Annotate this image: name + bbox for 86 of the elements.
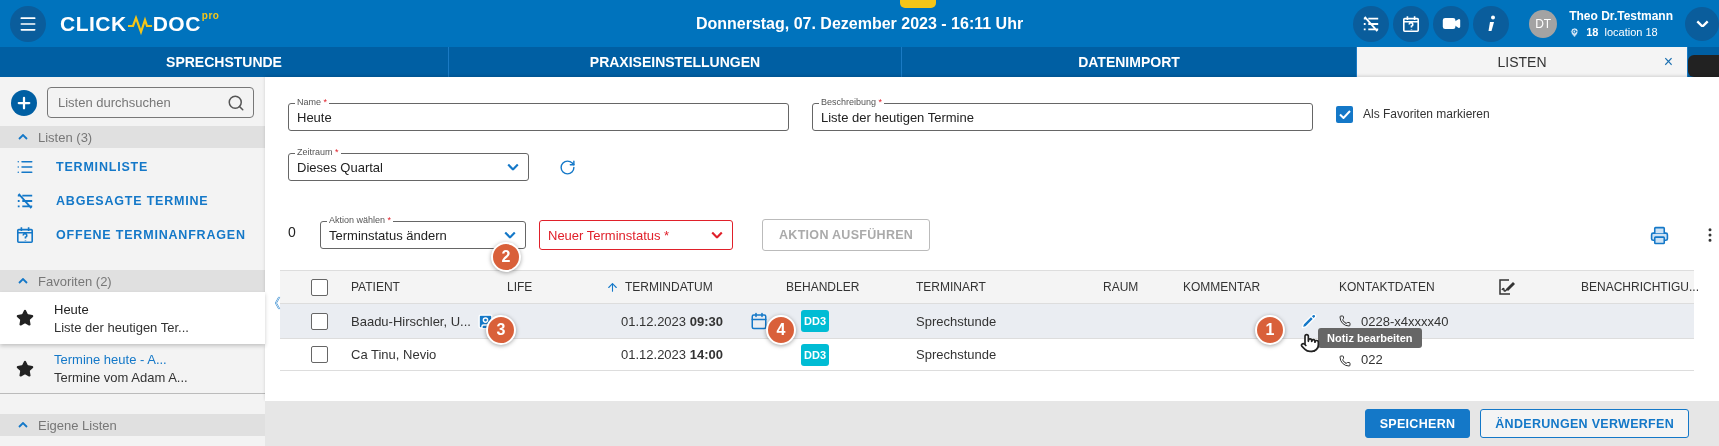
cancelled-list-icon (1362, 14, 1381, 33)
menu-button[interactable] (10, 5, 46, 42)
list-description: Termine vom Adam A... (54, 370, 188, 385)
edit-note-icon[interactable] (1301, 313, 1317, 329)
list-description: Liste der heutigen Ter... (54, 319, 189, 335)
selection-count: 0 (288, 224, 297, 240)
calendar-question-button[interactable] (1393, 5, 1430, 42)
star-icon (16, 359, 34, 378)
phone-icon (1339, 315, 1351, 327)
logo-superscript: pro (201, 9, 220, 21)
phone-icon (1339, 355, 1351, 367)
checkbox-label: Als Favoriten markieren (1363, 107, 1490, 121)
field-label: Beschreibung * (819, 97, 885, 108)
search-icon (227, 93, 245, 112)
location-pin-icon (1569, 26, 1581, 38)
column-header[interactable]: KONTAKTDATEN (1339, 280, 1435, 294)
cancelled-list-button[interactable] (1353, 5, 1390, 42)
list-title: Heute (54, 301, 90, 317)
calendar-question-icon (1402, 14, 1421, 33)
chevron-down-icon (507, 163, 519, 171)
status-select[interactable]: Neuer Terminstatus * (539, 220, 733, 250)
contact-card-icon[interactable] (476, 312, 494, 330)
list-link[interactable]: ABGESAGTE TERMINE (0, 184, 265, 218)
list-link[interactable]: OFFENE TERMINANFRAGEN (0, 218, 265, 252)
tab[interactable]: LISTEN × (1357, 47, 1688, 77)
favorite-checkbox[interactable] (1336, 105, 1353, 123)
star-icon (16, 309, 34, 327)
column-header[interactable]: LIFE (507, 280, 533, 294)
favorite-list-item[interactable]: Heute Liste der heutigen Ter... (0, 292, 265, 344)
location-name: location 18 (1604, 26, 1658, 38)
phone-number: 0228-x4xxxx40 (1361, 313, 1449, 329)
row-checkbox[interactable] (311, 312, 328, 330)
select-all-checkbox[interactable] (311, 278, 328, 296)
save-button[interactable]: SPEICHERN (1364, 409, 1471, 438)
patient-name: Ca Tinu, Nevio (351, 347, 437, 362)
practitioner-tag: DD3 (801, 343, 829, 366)
column-header[interactable]: TERMINDATUM (606, 280, 713, 294)
calendar-question-icon (16, 226, 34, 244)
column-header[interactable]: PATIENT (351, 280, 400, 294)
check-icon (1338, 109, 1351, 119)
pull-tab[interactable] (900, 0, 936, 8)
video-button[interactable] (1433, 5, 1470, 42)
appointment-date: 01.12.2023 09:30 (621, 313, 723, 329)
row-checkbox[interactable] (311, 346, 328, 363)
appointment-type: Sprechstunde (916, 313, 997, 329)
column-header[interactable]: BEHANDLER (786, 280, 860, 294)
logo-text: DOC (152, 11, 201, 36)
appointment-type: Sprechstunde (916, 347, 997, 362)
section-header[interactable]: Listen (3) (0, 126, 265, 148)
practitioner-tag: DD3 (801, 310, 829, 332)
date-time: Donnerstag, 07. Dezember 2023 - 16:11 Uhr (695, 14, 1024, 33)
refresh-icon[interactable] (559, 158, 576, 176)
cancelled-list-icon (16, 192, 34, 210)
phone-number: 022 (1361, 352, 1383, 367)
location-number: 18 (1586, 26, 1599, 38)
search-field[interactable]: Listen durchsuchen (47, 87, 254, 118)
tooltip: Notiz bearbeiten (1318, 328, 1422, 348)
add-list-button[interactable] (11, 89, 37, 116)
section-header[interactable]: Eigene Listen (0, 414, 265, 436)
column-header[interactable]: BENACHRICHTIGU... (1581, 280, 1699, 294)
signature-icon (1497, 278, 1515, 296)
user-avatar: DT (1529, 9, 1558, 38)
list-title: Termine heute - A... (54, 352, 168, 367)
info-icon (1486, 14, 1497, 33)
chevron-down-icon (1695, 19, 1709, 28)
user-menu-button[interactable] (1685, 6, 1719, 41)
column-header[interactable]: RAUM (1103, 280, 1139, 294)
column-header[interactable]: KOMMENTAR (1183, 280, 1261, 294)
logo-text: CLICK (60, 11, 127, 36)
field-label: Aktion wählen * (327, 215, 394, 226)
chevron-down-icon (504, 231, 516, 239)
patient-name: Baadu-Hirschler, U... (351, 313, 471, 329)
print-icon[interactable] (1650, 225, 1669, 245)
field-label: Zeitraum * (295, 147, 341, 158)
column-header[interactable]: TERMINART (916, 280, 986, 294)
calendar-icon[interactable] (749, 312, 768, 330)
collapse-sidebar-button[interactable]: 《 (267, 295, 281, 313)
user-name: Theo Dr.Testmann (1569, 9, 1673, 23)
chevron-down-icon (711, 231, 723, 239)
list-link[interactable]: TERMINLISTE (0, 150, 265, 184)
field-label: Name * (295, 97, 330, 108)
info-button[interactable] (1473, 5, 1510, 42)
discard-changes-button[interactable]: ÄNDERUNGEN VERWERFEN (1480, 409, 1689, 438)
list-icon (16, 158, 34, 176)
appointment-date: 01.12.2023 14:00 (621, 347, 723, 362)
close-tab-button[interactable]: × (1663, 53, 1673, 71)
